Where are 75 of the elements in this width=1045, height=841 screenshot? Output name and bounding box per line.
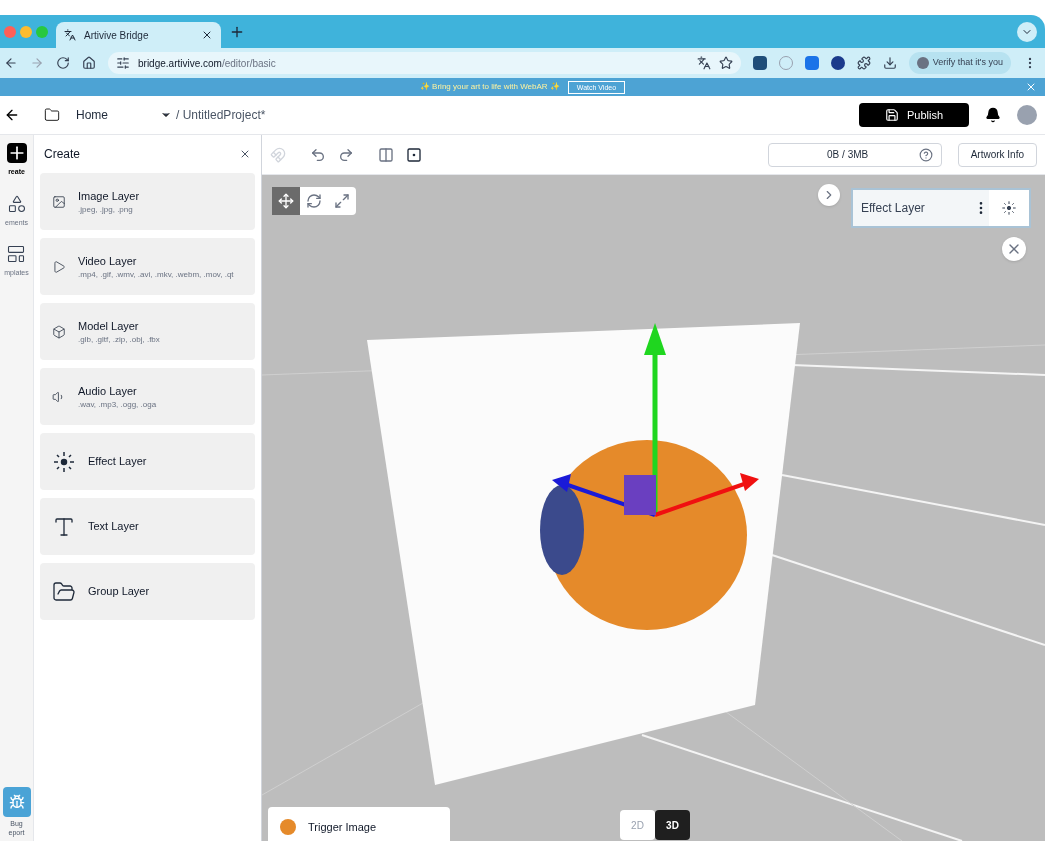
- layer-name: Audio Layer: [78, 383, 138, 399]
- rotate-icon: [306, 193, 322, 209]
- extension-icon[interactable]: [830, 56, 845, 70]
- align-icon[interactable]: [378, 146, 394, 163]
- layer-name: Model Layer: [78, 318, 140, 334]
- project-name: / UntitledProject*: [176, 107, 266, 124]
- trigger-image-label: Trigger Image: [308, 819, 377, 835]
- user-avatar[interactable]: [1017, 105, 1037, 125]
- avatar-icon: [916, 57, 929, 69]
- selected-layer-name: Effect Layer: [861, 200, 926, 217]
- profile-button[interactable]: Verify that it's you: [908, 52, 1011, 74]
- save-icon: [884, 108, 899, 122]
- tab-favicon-icon: [64, 29, 76, 41]
- tab-title: Artivive Bridge: [84, 28, 150, 43]
- layer-name: Image Layer: [78, 188, 141, 204]
- shapes-icon: [6, 193, 27, 214]
- browser-tab[interactable]: Artivive Bridge: [56, 22, 221, 48]
- storage-text: 0B / 3MB: [826, 148, 870, 162]
- panel-title: Create: [44, 146, 81, 163]
- layer-formats: .wav, .mp3, .ogg, .oga: [78, 399, 158, 411]
- back-icon[interactable]: [4, 56, 18, 70]
- help-icon[interactable]: [918, 147, 933, 162]
- view-mode-toggle[interactable]: 3D: [655, 810, 690, 840]
- back-icon[interactable]: [4, 107, 20, 123]
- selected-layer-card[interactable]: Effect Layer: [851, 188, 1031, 228]
- layer-name: Group Layer: [88, 584, 150, 600]
- layer-option[interactable]: Model Layer .glb, .gltf, .zip, .obj, .fbx: [40, 303, 255, 360]
- layer-option[interactable]: Video Layer .mp4, .gif, .wmv, .avi, .mkv, .webm, .mov, .qt: [40, 238, 255, 295]
- layer-formats: .mp4, .gif, .wmv, .avi, .mkv, .webm, .mov, .qt: [78, 269, 235, 281]
- layer-formats: .glb, .gltf, .zip, .obj, .fbx: [78, 334, 161, 346]
- folder-icon: [52, 579, 76, 604]
- publish-button[interactable]: Publish: [859, 103, 969, 127]
- url-text: bridge.artivive.com/editor/basic: [138, 56, 277, 71]
- bookmark-star-icon[interactable]: [718, 56, 733, 70]
- move-icon: [278, 193, 294, 209]
- layer-option[interactable]: Group Layer: [40, 563, 255, 620]
- bug-icon: [8, 794, 25, 810]
- artwork-info-button[interactable]: Artwork Info: [957, 142, 1037, 167]
- extension-icon[interactable]: [804, 56, 819, 70]
- redo-icon[interactable]: [338, 146, 354, 163]
- scale-icon: [334, 193, 350, 209]
- extension-icon[interactable]: [752, 56, 767, 70]
- layer-formats: .jpeg, .jpg, .png: [78, 204, 134, 216]
- site-info-icon[interactable]: [116, 56, 130, 70]
- layer-option[interactable]: Text Layer: [40, 498, 255, 555]
- transform-tool-button[interactable]: [272, 187, 300, 215]
- address-bar[interactable]: bridge.artivive.com/editor/basic: [108, 52, 741, 74]
- banner-text: ✨ Bring your art to life with WebAR ✨: [419, 81, 560, 93]
- download-icon[interactable]: [882, 56, 897, 70]
- expand-panel-button[interactable]: [818, 184, 840, 206]
- home-icon[interactable]: [82, 56, 96, 70]
- bell-icon[interactable]: [985, 107, 1001, 123]
- plus-icon: [6, 143, 27, 163]
- layer-option[interactable]: Image Layer .jpeg, .jpg, .png: [40, 173, 255, 230]
- frame-icon[interactable]: [406, 146, 422, 163]
- close-icon[interactable]: [239, 148, 251, 160]
- folder-icon: [44, 107, 60, 123]
- trigger-image-card[interactable]: Trigger Image: [268, 807, 450, 841]
- undo-icon[interactable]: [310, 146, 326, 163]
- layer-name: Text Layer: [88, 519, 139, 535]
- sparkle-icon: [1001, 200, 1017, 216]
- layer-name: Effect Layer: [88, 454, 147, 470]
- sparkle-icon: [52, 449, 76, 474]
- eye-thumbnail: [280, 819, 296, 835]
- close-button[interactable]: [1002, 237, 1026, 261]
- home-link[interactable]: Home: [76, 106, 108, 124]
- layer-option[interactable]: Audio Layer .wav, .mp3, .ogg, .oga: [40, 368, 255, 425]
- close-icon[interactable]: [201, 29, 213, 41]
- layer-option[interactable]: Effect Layer: [40, 433, 255, 490]
- layer-name: Video Layer: [78, 253, 138, 269]
- translate-icon[interactable]: [696, 56, 711, 70]
- 3d-viewport[interactable]: Effect Layer Trigger Image 2D 3D: [262, 175, 1045, 841]
- layout-icon: [6, 244, 27, 264]
- reload-icon[interactable]: [56, 56, 70, 70]
- extensions-icon[interactable]: [856, 56, 871, 70]
